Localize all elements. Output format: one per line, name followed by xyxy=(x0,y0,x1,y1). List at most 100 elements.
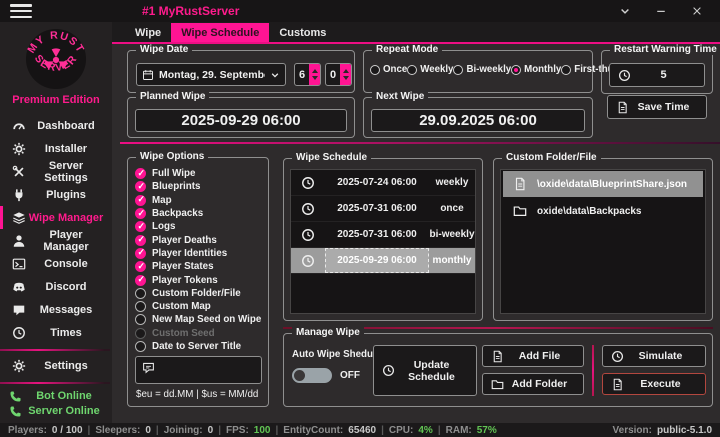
checkbox-unchecked xyxy=(135,314,146,325)
file-icon xyxy=(491,350,504,363)
sidebar-item-plugins[interactable]: Plugins xyxy=(0,183,112,206)
sidebar-item-installer[interactable]: Installer xyxy=(0,137,112,160)
table-row[interactable]: 2025-07-31 06:00 once xyxy=(291,196,475,222)
sidebar-item-settings[interactable]: Settings xyxy=(0,356,112,377)
checkbox-checked xyxy=(135,195,146,206)
option-player-tokens[interactable]: Player Tokens xyxy=(135,273,264,286)
phone-icon xyxy=(9,390,22,403)
option-blueprints[interactable]: Blueprints xyxy=(135,180,264,193)
list-item-selected[interactable]: \oxide\data\BlueprintShare.json xyxy=(503,171,703,197)
spin-down-icon xyxy=(312,76,318,80)
execute-button[interactable]: Execute xyxy=(602,373,706,395)
checkbox-checked xyxy=(135,221,146,232)
option-map[interactable]: Map xyxy=(135,194,264,207)
option-new-map-seed[interactable]: New Map Seed on Wipe xyxy=(135,313,264,326)
add-folder-button[interactable]: Add Folder xyxy=(482,373,584,395)
table-row[interactable]: 2025-07-24 06:00 weekly xyxy=(291,170,475,196)
spin-up-icon xyxy=(343,69,349,73)
bot-online-status: Bot Online xyxy=(0,389,112,404)
update-schedule-button[interactable]: Update Schedule xyxy=(373,345,477,396)
option-player-states[interactable]: Player States xyxy=(135,260,264,273)
simulate-button[interactable]: Simulate xyxy=(602,345,706,367)
add-file-button[interactable]: Add File xyxy=(482,345,584,367)
installer-gear-icon xyxy=(12,142,26,156)
joining-value: 0 xyxy=(208,425,214,436)
file-icon xyxy=(513,177,527,191)
clock-icon xyxy=(611,350,624,363)
sidebar-item-wipe-manager[interactable]: Wipe Manager xyxy=(0,206,112,229)
toggle-state-label: OFF xyxy=(340,370,360,381)
phone-icon xyxy=(9,405,22,418)
save-file-icon xyxy=(616,101,629,114)
checkbox-checked xyxy=(135,181,146,192)
close-icon[interactable] xyxy=(686,3,708,19)
repeat-monthly-radio[interactable]: Monthly xyxy=(511,64,561,75)
save-time-button[interactable]: Save Time xyxy=(607,95,707,119)
repeat-weekly-radio[interactable]: Weekly xyxy=(407,64,453,75)
clock-icon xyxy=(382,364,395,377)
checkbox-checked xyxy=(135,275,146,286)
fps-label: FPS: xyxy=(226,425,249,436)
app-window: #1 MyRustServer MY RUST SERVER xyxy=(0,0,720,437)
repeat-biweekly-radio[interactable]: Bi-weekly xyxy=(453,64,511,75)
sidebar-item-discord[interactable]: Discord xyxy=(0,275,112,298)
sidebar-item-times[interactable]: Times xyxy=(0,321,112,344)
version-label: Version: xyxy=(613,425,652,436)
wipe-hour-stepper[interactable]: 6 xyxy=(294,63,321,86)
auto-wipe-toggle[interactable] xyxy=(292,368,332,383)
restart-warning-group: Restart Warning Time (m) 5 xyxy=(601,50,713,94)
next-wipe-value: 29.09.2025 06:00 xyxy=(371,109,585,132)
minimize-icon[interactable] xyxy=(650,3,672,19)
next-wipe-group: Next Wipe 29.09.2025 06:00 xyxy=(363,97,593,138)
ram-label: RAM: xyxy=(446,425,472,436)
sidebar: MY RUST SERVER Premium Edition Dashboard xyxy=(0,22,112,423)
tab-wipe-schedule[interactable]: Wipe Schedule xyxy=(171,23,269,42)
chevron-down-icon[interactable] xyxy=(614,3,636,19)
myrustserver-logo: MY RUST SERVER xyxy=(25,28,87,90)
table-row-selected[interactable]: 2025-09-29 06:00 monthly xyxy=(291,248,475,274)
sidebar-item-messages[interactable]: Messages xyxy=(0,298,112,321)
option-player-identities[interactable]: Player Identities xyxy=(135,247,264,260)
clock-icon xyxy=(618,69,631,82)
restart-warning-minutes-field[interactable]: 5 xyxy=(609,63,705,87)
sidebar-item-console[interactable]: Console xyxy=(0,252,112,275)
wipe-date-picker[interactable]: Montag, 29. September 2025 xyxy=(136,63,286,86)
option-date-to-server-title[interactable]: Date to Server Title xyxy=(135,340,264,353)
version-value: public-5.1.0 xyxy=(657,425,712,436)
radio-circle xyxy=(370,65,380,75)
option-custom-folder-file[interactable]: Custom Folder/File xyxy=(135,287,264,300)
sidebar-item-server-settings[interactable]: Server Settings xyxy=(0,160,112,183)
tab-wipe[interactable]: Wipe xyxy=(125,23,171,42)
fps-value: 100 xyxy=(254,425,271,436)
players-label: Players: xyxy=(8,425,47,436)
tab-customs[interactable]: Customs xyxy=(269,23,336,42)
console-icon xyxy=(12,257,26,271)
wipe-options-group: Wipe Options Full Wipe Blueprints Map Ba… xyxy=(127,157,269,407)
joining-label: Joining: xyxy=(164,425,203,436)
spinner-arrows[interactable] xyxy=(309,64,320,85)
spinner-arrows[interactable] xyxy=(340,64,351,85)
sidebar-item-dashboard[interactable]: Dashboard xyxy=(0,114,112,137)
sleepers-label: Sleepers: xyxy=(95,425,140,436)
chat-bubble-icon xyxy=(142,361,155,374)
sidebar-item-player-manager[interactable]: Player Manager xyxy=(0,229,112,252)
server-online-status: Server Online xyxy=(0,404,112,419)
hamburger-menu-icon[interactable] xyxy=(10,4,32,18)
option-logs[interactable]: Logs xyxy=(135,220,264,233)
option-custom-map[interactable]: Custom Map xyxy=(135,300,264,313)
option-player-deaths[interactable]: Player Deaths xyxy=(135,233,264,246)
spin-down-icon xyxy=(343,76,349,80)
option-full-wipe[interactable]: Full Wipe xyxy=(135,167,264,180)
manage-wipe-group: Manage Wipe Auto Wipe Shedule OFF Update… xyxy=(283,333,713,407)
execute-file-icon xyxy=(611,378,624,391)
table-row[interactable]: 2025-07-31 06:00 bi-weekly xyxy=(291,222,475,248)
list-item[interactable]: oxide\data\Backpacks xyxy=(503,198,703,224)
repeat-once-radio[interactable]: Once xyxy=(370,64,407,75)
planned-wipe-value: 2025-09-29 06:00 xyxy=(135,109,347,132)
checkbox-checked xyxy=(135,208,146,219)
gear-icon xyxy=(12,359,26,373)
server-title-format-input[interactable] xyxy=(135,356,262,384)
wipe-minute-stepper[interactable]: 0 xyxy=(325,63,352,86)
wipe-schedule-list: 2025-07-24 06:00 weekly 2025-07-31 06:00… xyxy=(290,169,476,314)
option-backpacks[interactable]: Backpacks xyxy=(135,207,264,220)
